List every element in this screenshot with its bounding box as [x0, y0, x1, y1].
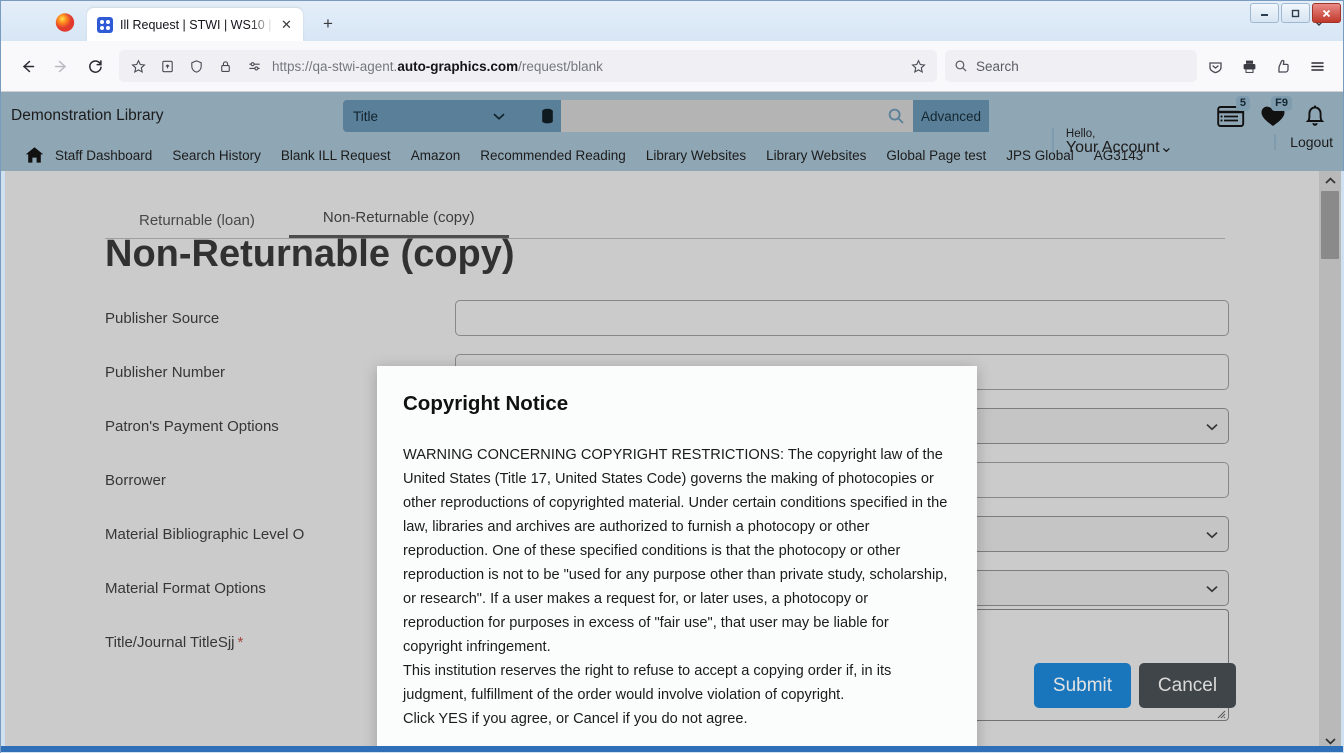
- nav-item-library-websites-2[interactable]: Library Websites: [756, 148, 876, 163]
- nav-item-blank-ill-request[interactable]: Blank ILL Request: [271, 148, 401, 163]
- dialog-paragraph-2: This institution reserves the right to r…: [403, 663, 892, 703]
- permissions-icon[interactable]: [243, 55, 265, 77]
- saved-list-icon[interactable]: 5: [1211, 96, 1251, 136]
- firefox-logo-icon: [51, 8, 79, 36]
- url-domain: auto-graphics.com: [397, 58, 519, 74]
- nav-item-search-history[interactable]: Search History: [162, 148, 271, 163]
- browser-tab[interactable]: Ill Request | STWI | WS10 | Auto- ✕: [87, 8, 303, 41]
- search-index-select[interactable]: Title: [343, 100, 533, 132]
- scroll-up-arrow-icon[interactable]: [1319, 171, 1341, 190]
- database-icon[interactable]: [533, 100, 561, 132]
- dialog-paragraph-3: Click YES if you agree, or Cancel if you…: [403, 711, 748, 727]
- app-nav-bar: Staff Dashboard Search History Blank ILL…: [1, 139, 1343, 171]
- heart-icon[interactable]: F9: [1253, 96, 1293, 136]
- nav-item-global-page-test[interactable]: Global Page test: [876, 148, 996, 163]
- browser-toolbar: https://qa-stwi-agent.auto-graphics.com/…: [1, 41, 1343, 92]
- browser-window: Ill Request | STWI | WS10 | Auto- ✕ +: [0, 0, 1344, 753]
- app-header-icons: 5 F9: [1211, 96, 1335, 136]
- dialog-body: WARNING CONCERNING COPYRIGHT RESTRICTION…: [403, 443, 951, 731]
- dialog-title: Copyright Notice: [403, 392, 569, 415]
- url-prefix: https://qa-stwi-agent.: [272, 58, 398, 74]
- browser-search-bar[interactable]: Search: [945, 50, 1197, 82]
- copyright-notice-dialog: Copyright Notice WARNING CONCERNING COPY…: [377, 366, 977, 750]
- window-maximize-button[interactable]: [1281, 3, 1310, 23]
- window-minimize-button[interactable]: [1250, 3, 1279, 23]
- nav-item-jps-global[interactable]: JPS Global: [996, 148, 1084, 163]
- submit-button[interactable]: Submit: [1034, 663, 1131, 708]
- window-close-button[interactable]: [1312, 3, 1341, 23]
- app-menu-icon[interactable]: [1301, 50, 1333, 82]
- nav-item-recommended-reading[interactable]: Recommended Reading: [470, 148, 636, 163]
- advanced-search-button[interactable]: Advanced: [913, 100, 989, 132]
- extensions-icon[interactable]: [1267, 50, 1299, 82]
- app-search-group: Title Advanced: [343, 100, 989, 132]
- tab-favicon-icon: [97, 16, 113, 33]
- nav-item-ag3143[interactable]: AG3143: [1084, 148, 1154, 163]
- nav-item-amazon[interactable]: Amazon: [401, 148, 471, 163]
- search-index-value: Title: [353, 108, 379, 124]
- tab-title: Ill Request | STWI | WS10 | Auto-: [120, 17, 274, 32]
- forward-icon[interactable]: [45, 50, 77, 82]
- favorites-badge: F9: [1271, 96, 1292, 111]
- account-icon[interactable]: [1199, 50, 1231, 82]
- library-name: Demonstration Library: [11, 106, 164, 124]
- lock-icon[interactable]: [214, 55, 236, 77]
- page-bookmark-icon[interactable]: [907, 55, 929, 77]
- save-to-pocket-icon[interactable]: [156, 55, 178, 77]
- search-icon[interactable]: [887, 107, 905, 125]
- cancel-button[interactable]: Cancel: [1139, 663, 1236, 708]
- search-icon: [955, 60, 967, 72]
- url-path: /request/blank: [518, 58, 603, 74]
- back-icon[interactable]: [11, 50, 43, 82]
- shield-icon[interactable]: [185, 55, 207, 77]
- print-icon[interactable]: [1233, 50, 1265, 82]
- page-viewport: Returnable (loan) Non-Returnable (copy) …: [1, 171, 1344, 753]
- browser-tab-strip: Ill Request | STWI | WS10 | Auto- ✕ +: [1, 1, 1343, 41]
- tab-close-icon[interactable]: ✕: [278, 16, 295, 33]
- search-input[interactable]: [561, 100, 913, 132]
- page-canvas: Returnable (loan) Non-Returnable (copy) …: [5, 171, 1341, 750]
- chevron-down-icon: [493, 109, 505, 124]
- scrollbar-thumb[interactable]: [1321, 191, 1339, 259]
- nav-item-staff-dashboard[interactable]: Staff Dashboard: [45, 148, 162, 163]
- page-scrollbar-vertical[interactable]: [1319, 171, 1341, 750]
- url-text: https://qa-stwi-agent.auto-graphics.com/…: [272, 59, 900, 74]
- bookmark-star-icon[interactable]: [127, 55, 149, 77]
- app-header-top-row: Demonstration Library Title Advanced 5 F…: [1, 92, 1343, 157]
- taskbar-sliver: [1, 746, 1343, 752]
- url-bar[interactable]: https://qa-stwi-agent.auto-graphics.com/…: [119, 50, 937, 82]
- app-header: Demonstration Library Title Advanced 5 F…: [1, 92, 1343, 171]
- browser-search-placeholder: Search: [976, 58, 1019, 74]
- nav-item-library-websites-1[interactable]: Library Websites: [636, 148, 756, 163]
- reload-icon[interactable]: [79, 50, 111, 82]
- home-icon[interactable]: [23, 144, 45, 166]
- new-tab-button[interactable]: +: [315, 11, 341, 37]
- form-action-buttons: Submit Cancel: [1034, 663, 1236, 708]
- bell-icon[interactable]: [1295, 96, 1335, 136]
- dialog-paragraph-1: WARNING CONCERNING COPYRIGHT RESTRICTION…: [403, 447, 948, 655]
- saved-list-badge: 5: [1235, 96, 1250, 111]
- window-controls: [1250, 3, 1341, 24]
